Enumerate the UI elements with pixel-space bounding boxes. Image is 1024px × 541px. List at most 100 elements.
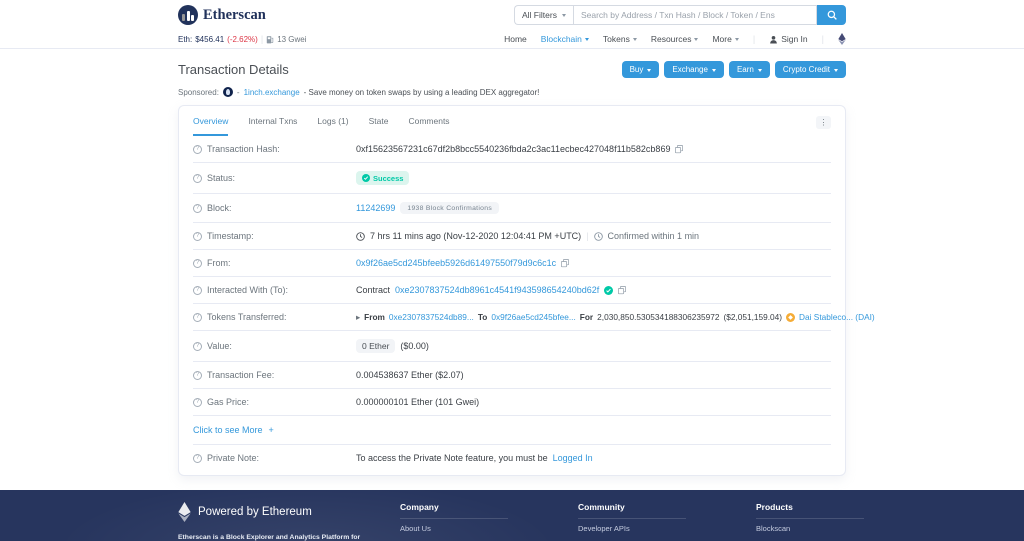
gas-price-gwei[interactable]: 13 Gwei <box>277 35 306 44</box>
token-from-address[interactable]: 0xe2307837524db89... <box>389 312 474 322</box>
footer-link-about-us[interactable]: About Us <box>400 524 578 533</box>
help-icon[interactable]: ? <box>193 371 202 380</box>
token-amount: 2,030,850.530534188306235972 <box>597 312 719 322</box>
chevron-down-icon <box>633 38 637 41</box>
help-icon[interactable]: ? <box>193 259 202 268</box>
timestamp-value: 7 hrs 11 mins ago (Nov-12-2020 12:04:41 … <box>370 231 581 241</box>
tab-state[interactable]: State <box>369 116 389 136</box>
separator: | <box>261 34 263 44</box>
chevron-down-icon <box>585 38 589 41</box>
powered-by-ethereum: Powered by Ethereum <box>178 502 400 522</box>
footer-link-blockscan[interactable]: Blockscan <box>756 524 934 533</box>
help-icon[interactable]: ? <box>193 454 202 463</box>
from-label: From: <box>207 258 231 268</box>
clock-icon <box>594 232 603 241</box>
chevron-down-icon <box>694 38 698 41</box>
gas-pump-icon <box>266 35 274 44</box>
footer-column-company: Company About Us <box>400 502 578 541</box>
plus-icon: + <box>269 425 274 435</box>
interacted-with-label: Interacted With (To): <box>207 285 288 295</box>
search-input[interactable] <box>573 5 817 25</box>
ethereum-icon <box>178 502 191 522</box>
to-contract-link[interactable]: 0xe2307837524db8961c4541f943598654240bd6… <box>395 285 599 295</box>
logged-in-link[interactable]: Logged In <box>553 453 593 463</box>
value-badge: 0 Ether <box>356 339 395 353</box>
tab-overview[interactable]: Overview <box>193 116 228 136</box>
sponsored-text: - Save money on token swaps by using a l… <box>304 88 540 97</box>
main-nav: Home Blockchain Tokens Resources More | <box>504 33 846 45</box>
divider <box>578 518 686 519</box>
crypto-credit-button[interactable]: Crypto Credit <box>775 61 846 78</box>
status-badge: Success <box>356 171 409 185</box>
action-buttons: Buy Exchange Earn Crypto Credit <box>622 61 846 78</box>
kebab-icon: ⋮ <box>820 118 828 127</box>
private-note-text: To access the Private Note feature, you … <box>356 453 548 463</box>
confirmed-within: Confirmed within 1 min <box>608 231 700 241</box>
help-icon[interactable]: ? <box>193 145 202 154</box>
nav-item-more[interactable]: More <box>712 34 738 44</box>
exchange-button[interactable]: Exchange <box>664 61 724 78</box>
top-header: Etherscan All Filters <box>0 0 1024 30</box>
nav-item-resources[interactable]: Resources <box>651 34 699 44</box>
page-title: Transaction Details <box>178 62 289 77</box>
person-icon <box>769 35 778 44</box>
from-address-link[interactable]: 0x9f26ae5cd245bfeeb5926d61497550f79d9c6c… <box>356 258 556 268</box>
help-icon[interactable]: ? <box>193 286 202 295</box>
help-icon[interactable]: ? <box>193 313 202 322</box>
sponsored-label: Sponsored: <box>178 88 219 97</box>
row-tokens-transferred: ? Tokens Transferred: ▸ From 0xe23078375… <box>193 304 831 331</box>
chevron-down-icon <box>834 69 838 72</box>
transaction-fee-value: 0.004538637 Ether ($2.07) <box>356 370 464 380</box>
token-to-label: To <box>478 312 488 322</box>
help-icon[interactable]: ? <box>193 398 202 407</box>
sign-in-button[interactable]: Sign In <box>769 34 807 44</box>
nav-item-blockchain[interactable]: Blockchain <box>541 34 589 44</box>
sponsored-link[interactable]: 1inch.exchange <box>244 88 300 97</box>
row-value: ? Value: 0 Ether ($0.00) <box>193 331 831 362</box>
search-filter-dropdown[interactable]: All Filters <box>514 5 573 25</box>
row-block: ? Block: 11242699 1938 Block Confirmatio… <box>193 194 831 223</box>
divider <box>400 518 508 519</box>
tab-comments[interactable]: Comments <box>408 116 449 136</box>
help-icon[interactable]: ? <box>193 204 202 213</box>
block-number-link[interactable]: 11242699 <box>356 203 395 213</box>
etherscan-logo[interactable]: Etherscan <box>178 5 266 25</box>
1inch-logo-icon <box>223 87 233 97</box>
transaction-fee-label: Transaction Fee: <box>207 370 274 380</box>
footer-description: Etherscan is a Block Explorer and Analyt… <box>178 534 400 541</box>
value-usd: ($0.00) <box>400 341 429 351</box>
tab-internal-txns[interactable]: Internal Txns <box>248 116 297 136</box>
token-to-address[interactable]: 0x9f26ae5cd245bfee... <box>491 312 575 322</box>
buy-button[interactable]: Buy <box>622 61 660 78</box>
copy-icon <box>561 259 569 268</box>
row-private-note: ? Private Note: To access the Private No… <box>193 445 831 471</box>
copy-button[interactable] <box>618 286 626 295</box>
eth-price-bar: Eth: $456.41 (-2.62%) | 13 Gwei <box>178 34 307 44</box>
row-timestamp: ? Timestamp: 7 hrs 11 mins ago (Nov-12-2… <box>193 223 831 250</box>
divider <box>756 518 864 519</box>
separator: | <box>586 231 588 241</box>
tab-logs[interactable]: Logs (1) <box>317 116 348 136</box>
search-bar: All Filters <box>514 5 846 25</box>
nav-item-home[interactable]: Home <box>504 34 527 44</box>
help-icon[interactable]: ? <box>193 342 202 351</box>
copy-button[interactable] <box>675 145 683 154</box>
more-options-button[interactable]: ⋮ <box>816 116 831 129</box>
nav-bar: Eth: $456.41 (-2.62%) | 13 Gwei Home Blo… <box>0 30 1024 49</box>
earn-button[interactable]: Earn <box>729 61 770 78</box>
dai-token-icon: ◆ <box>786 313 795 322</box>
help-icon[interactable]: ? <box>193 174 202 183</box>
nav-item-tokens[interactable]: Tokens <box>603 34 637 44</box>
search-button[interactable] <box>817 5 846 25</box>
footer-link-developer-apis[interactable]: Developer APIs <box>578 524 756 533</box>
see-more-link[interactable]: Click to see More+ <box>193 425 274 435</box>
network-switcher-button[interactable] <box>838 33 846 45</box>
eth-price: $456.41 <box>195 35 224 44</box>
help-icon[interactable]: ? <box>193 232 202 241</box>
value-label: Value: <box>207 341 232 351</box>
copy-button[interactable] <box>561 259 569 268</box>
token-name-link[interactable]: Dai Stableco... (DAI) <box>799 312 875 322</box>
footer: Powered by Ethereum Etherscan is a Block… <box>0 490 1024 541</box>
block-label: Block: <box>207 203 232 213</box>
chevron-down-icon <box>712 69 716 72</box>
